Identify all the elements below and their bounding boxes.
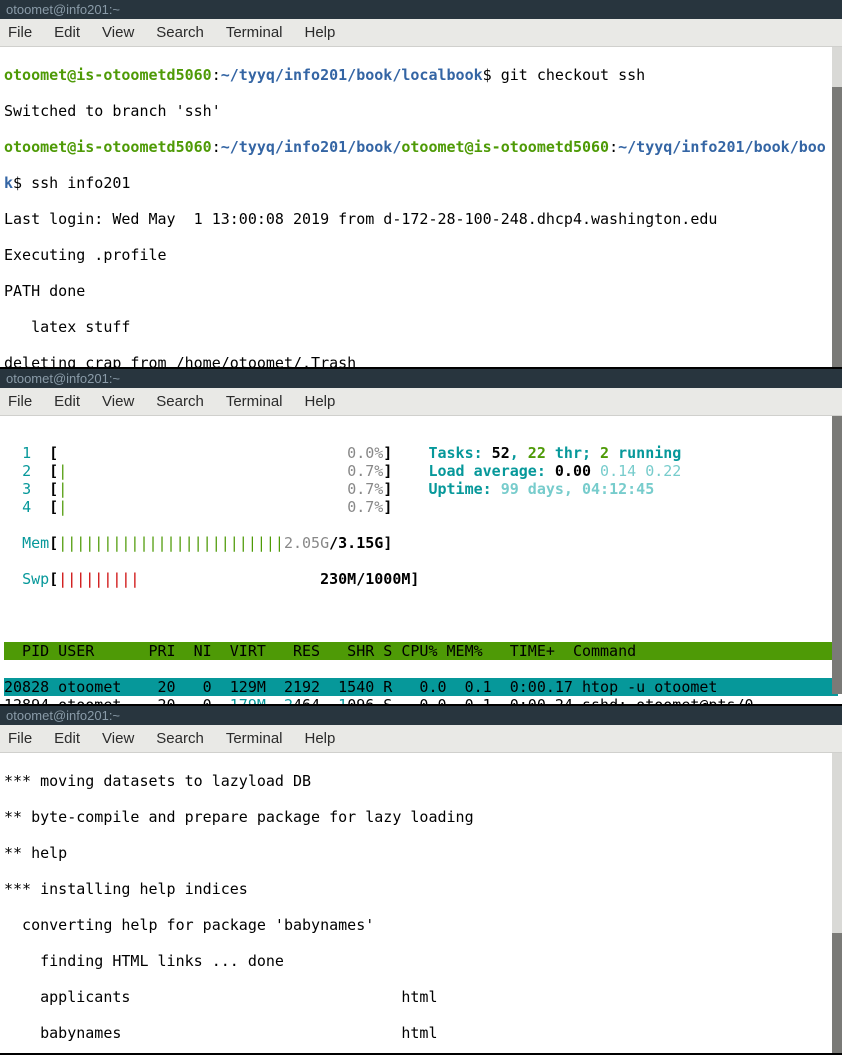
menubar-3: File Edit View Search Terminal Help [0,725,842,753]
r-output: finding HTML links ... done [4,952,838,970]
prompt-cont-k: k [4,174,13,192]
r-output: ** byte-compile and prepare package for … [4,808,838,826]
output-path: PATH done [4,282,838,300]
mem-label: Mem [22,534,49,552]
scrollbar-2[interactable] [832,416,842,694]
menubar-2: File Edit View Search Terminal Help [0,388,842,416]
menu-terminal[interactable]: Terminal [226,393,283,410]
titlebar-3[interactable]: otoomet@info201:~ [0,706,842,725]
swp-label: Swp [22,570,49,588]
prompt-user: otoomet@is-otoometd5060 [4,66,212,84]
menu-view[interactable]: View [102,24,134,41]
menu-search[interactable]: Search [156,730,204,747]
prompt-path-2b: ~/tyyq/info201/book/boo [618,138,826,156]
process-row[interactable]: 12894 otoomet 20 0 179M 2464 1096 S 0.0 … [4,696,838,704]
prompt-path: ~/tyyq/info201/book/localbook [221,66,483,84]
htop-header[interactable]: PID USER PRI NI VIRT RES SHR S CPU% MEM%… [4,642,838,660]
r-output: babynames html [4,1024,838,1042]
terminal-window-2: otoomet@info201:~ File Edit View Search … [0,369,842,704]
r-output: applicants html [4,988,838,1006]
menu-file[interactable]: File [8,24,32,41]
r-output: *** moving datasets to lazyload DB [4,772,838,790]
scrollbar-3[interactable] [832,753,842,1053]
process-row[interactable]: 20828 otoomet 20 0 129M 2192 1540 R 0.0 … [4,678,838,696]
cpu-label-4: 4 [22,498,31,516]
menu-search[interactable]: Search [156,393,204,410]
terminal-window-1: otoomet@info201:~ File Edit View Search … [0,0,842,367]
menu-help[interactable]: Help [305,24,336,41]
r-output: ** help [4,844,838,862]
terminal-body-1[interactable]: otoomet@is-otoometd5060:~/tyyq/info201/b… [0,47,842,367]
mem-total: 3.15G [338,534,383,552]
terminal-window-3: otoomet@info201:~ File Edit View Search … [0,706,842,1053]
output-latex: latex stuff [4,318,838,336]
menu-edit[interactable]: Edit [54,730,80,747]
menubar-1: File Edit View Search Terminal Help [0,19,842,47]
r-output: *** installing help indices [4,880,838,898]
menu-edit[interactable]: Edit [54,24,80,41]
scrollbar-1[interactable] [832,47,842,367]
terminal-body-2[interactable]: 1 [ 0.0%] Tasks: 52, 22 thr; 2 running 2… [0,416,842,704]
titlebar-2[interactable]: otoomet@info201:~ [0,369,842,388]
r-output: converting help for package 'babynames' [4,916,838,934]
terminal-body-3[interactable]: *** moving datasets to lazyload DB ** by… [0,753,842,1053]
menu-file[interactable]: File [8,730,32,747]
menu-file[interactable]: File [8,393,32,410]
swp-val: 230M/1000M [320,570,410,588]
output-lastlogin: Last login: Wed May 1 13:00:08 2019 from… [4,210,838,228]
menu-terminal[interactable]: Terminal [226,730,283,747]
cpu-label-1: 1 [22,444,31,462]
menu-help[interactable]: Help [305,393,336,410]
swp-bars: ||||||||| [58,570,139,588]
prompt-user-2: otoomet@is-otoometd5060 [4,138,212,156]
menu-view[interactable]: View [102,393,134,410]
menu-search[interactable]: Search [156,24,204,41]
output-switched: Switched to branch 'ssh' [4,102,838,120]
mem-bars: ||||||||||||||||||||||||| [58,534,284,552]
prompt-user-2b: otoomet@is-otoometd5060 [401,138,609,156]
cpu-label-3: 3 [22,480,31,498]
output-deleting: deleting crap from /home/otoomet/.Trash [4,354,838,367]
menu-terminal[interactable]: Terminal [226,24,283,41]
cmd-git-checkout: git checkout ssh [501,66,646,84]
mem-sep: / [329,534,338,552]
cmd-ssh: ssh info201 [31,174,130,192]
output-exec: Executing .profile [4,246,838,264]
prompt-path-2a: ~/tyyq/info201/book/ [221,138,402,156]
titlebar-1[interactable]: otoomet@info201:~ [0,0,842,19]
mem-used: 2.05G [284,534,329,552]
menu-edit[interactable]: Edit [54,393,80,410]
cpu-label-2: 2 [22,462,31,480]
menu-view[interactable]: View [102,730,134,747]
menu-help[interactable]: Help [305,730,336,747]
